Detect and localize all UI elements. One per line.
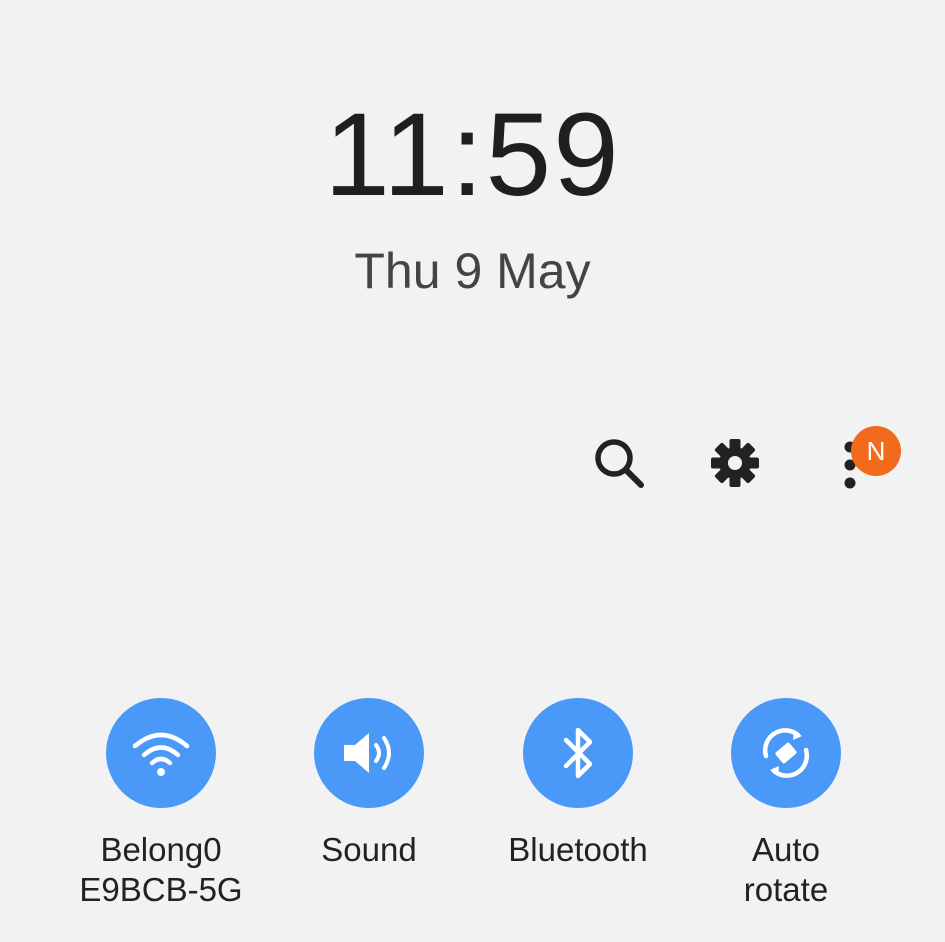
clock-date: Thu 9 May	[354, 243, 591, 299]
gear-icon	[711, 439, 759, 487]
tile-bluetooth[interactable]: Bluetooth	[478, 698, 678, 870]
sound-icon	[344, 733, 391, 773]
tile-sound-label: Sound	[321, 831, 417, 868]
bluetooth-icon	[563, 727, 593, 779]
settings-button[interactable]	[700, 428, 770, 498]
search-button[interactable]	[584, 428, 654, 498]
wifi-icon	[132, 732, 190, 776]
tile-bluetooth-circle[interactable]	[523, 698, 633, 808]
notification-badge: N	[851, 426, 901, 476]
tile-wifi-circle[interactable]	[106, 698, 216, 808]
tile-auto-rotate[interactable]: Auto rotate	[686, 698, 886, 910]
tile-auto-rotate-circle[interactable]	[731, 698, 841, 808]
tile-sound[interactable]: Sound	[269, 698, 469, 870]
tile-wifi-label: Belong0 E9BCB-5G	[79, 831, 243, 908]
tile-bluetooth-label: Bluetooth	[508, 831, 648, 868]
tile-auto-rotate-label: Auto rotate	[743, 831, 829, 908]
tile-sound-circle[interactable]	[314, 698, 424, 808]
clock-time: 11:59	[324, 89, 621, 221]
auto-rotate-icon	[762, 728, 810, 778]
search-icon	[595, 439, 644, 488]
tile-wifi[interactable]: Belong0 E9BCB-5G	[61, 698, 261, 910]
